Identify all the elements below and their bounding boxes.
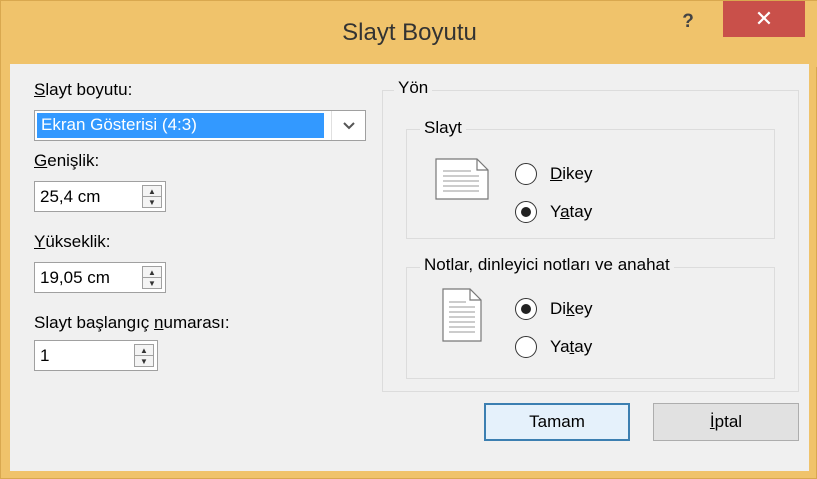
slide-size-dropdown[interactable]: Ekran Gösterisi (4:3)	[34, 110, 366, 141]
portrait-page-icon	[442, 288, 482, 342]
dialog-body: Slayt boyutu: Ekran Gösterisi (4:3) Geni…	[10, 64, 809, 471]
height-spin-buttons[interactable]: ▲ ▼	[142, 266, 162, 289]
width-stepper[interactable]: 25,4 cm ▲ ▼	[34, 181, 166, 212]
start-number-spin-buttons[interactable]: ▲ ▼	[134, 344, 154, 367]
spin-down-icon[interactable]: ▼	[143, 197, 161, 208]
width-value[interactable]: 25,4 cm	[40, 187, 100, 207]
start-number-label: Slayt başlangıç numarası:	[34, 313, 230, 332]
slide-size-selected: Ekran Gösterisi (4:3)	[37, 113, 324, 138]
spin-down-icon[interactable]: ▼	[143, 278, 161, 289]
slides-landscape-radio[interactable]	[515, 201, 537, 223]
slides-orientation-title: Slayt	[420, 118, 466, 138]
start-number-value[interactable]: 1	[40, 346, 49, 366]
height-stepper[interactable]: 19,05 cm ▲ ▼	[34, 262, 166, 293]
start-number-stepper[interactable]: 1 ▲ ▼	[34, 340, 158, 371]
slide-size-label: Slayt boyutu:	[34, 80, 133, 99]
ok-button[interactable]: Tamam	[484, 403, 630, 441]
close-button[interactable]: ✕	[723, 1, 805, 37]
dialog-window: Slayt Boyutu ? ✕ Slayt boyutu: Ekran Gös…	[0, 0, 817, 479]
width-label: Genişlik:	[34, 151, 100, 170]
landscape-page-icon	[435, 158, 489, 200]
height-value[interactable]: 19,05 cm	[40, 268, 110, 288]
spin-up-icon[interactable]: ▲	[135, 345, 153, 356]
spin-up-icon[interactable]: ▲	[143, 267, 161, 278]
close-icon: ✕	[754, 6, 774, 31]
title-bar[interactable]: Slayt Boyutu ? ✕	[1, 1, 817, 67]
spin-up-icon[interactable]: ▲	[143, 186, 161, 197]
orientation-title: Yön	[394, 78, 433, 98]
slides-portrait-label[interactable]: Dikey	[550, 164, 593, 184]
notes-orientation-title: Notlar, dinleyici notları ve anahat	[420, 255, 674, 275]
spin-down-icon[interactable]: ▼	[135, 356, 153, 367]
notes-portrait-radio[interactable]	[515, 298, 537, 320]
width-spin-buttons[interactable]: ▲ ▼	[142, 185, 162, 208]
notes-landscape-radio[interactable]	[515, 336, 537, 358]
cancel-button[interactable]: İptal	[653, 403, 799, 441]
notes-landscape-label[interactable]: Yatay	[550, 337, 592, 357]
notes-portrait-label[interactable]: Dikey	[550, 299, 593, 319]
slides-portrait-radio[interactable]	[515, 163, 537, 185]
help-button[interactable]: ?	[677, 11, 699, 33]
height-label: Yükseklik:	[34, 232, 111, 251]
chevron-down-icon[interactable]	[331, 111, 365, 140]
slides-landscape-label[interactable]: Yatay	[550, 202, 592, 222]
